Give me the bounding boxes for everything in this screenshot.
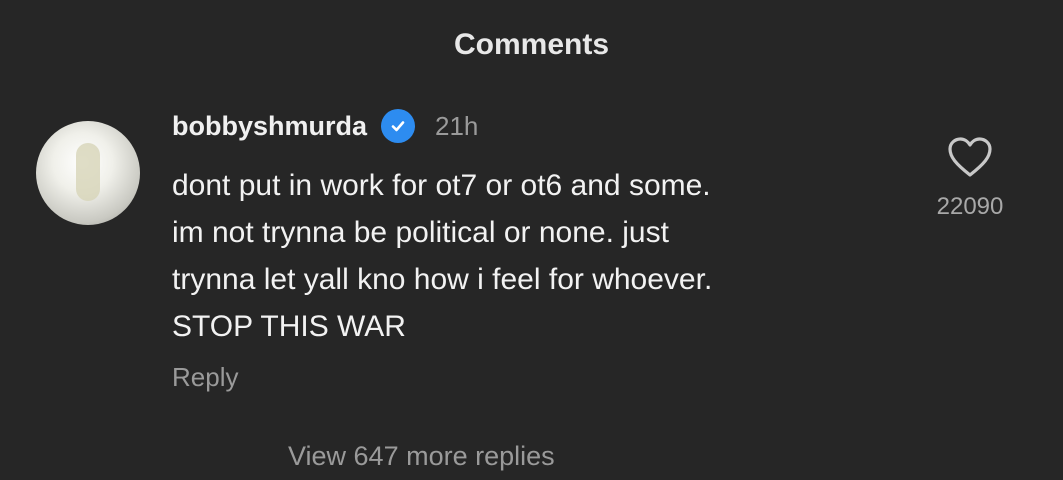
like-count: 22090 (936, 193, 1004, 220)
avatar-image (76, 143, 100, 201)
comment-body: dont put in work for ot7 or ot6 and some… (172, 169, 713, 343)
comment-username[interactable]: bobbyshmurda (172, 111, 367, 142)
comment-timestamp: 21h (435, 110, 479, 141)
heart-icon[interactable] (946, 135, 994, 179)
comment-header: bobbyshmurda 21h (172, 106, 478, 146)
avatar[interactable] (36, 121, 140, 225)
verified-badge-icon (381, 109, 416, 143)
view-more-replies-button[interactable]: View 647 more replies (288, 441, 555, 472)
reply-button[interactable]: Reply (172, 362, 238, 393)
sheet-title: Comments (453, 28, 610, 61)
comments-sheet: Comments bobbyshmurda 21h dont put in wo… (0, 0, 1063, 480)
like-group: 22090 (920, 135, 1020, 221)
